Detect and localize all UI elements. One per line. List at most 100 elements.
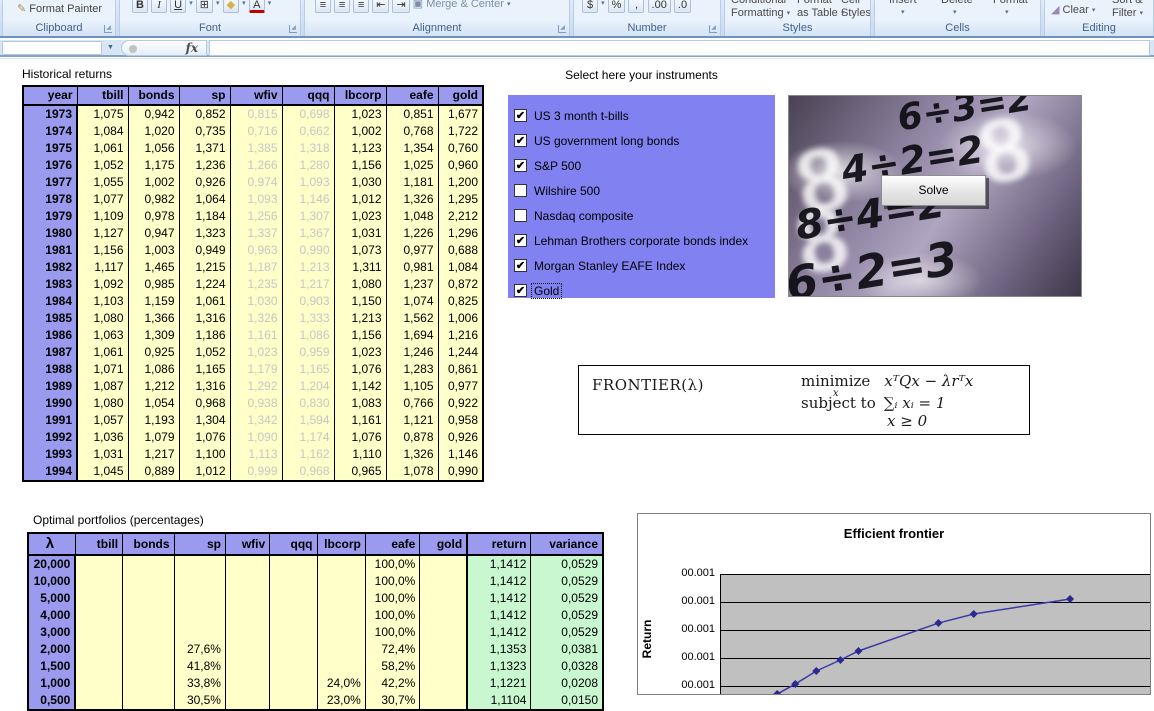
weight-cell[interactable] <box>123 641 174 658</box>
value-cell[interactable]: 0,926 <box>438 429 483 446</box>
value-cell[interactable]: 1,080 <box>77 310 128 327</box>
value-cell[interactable]: 1,061 <box>179 293 230 310</box>
value-cell[interactable]: 1,002 <box>128 174 179 191</box>
checked-checkbox-icon[interactable]: ✔ <box>514 159 527 172</box>
insert-dropdown-icon[interactable]: ▾ <box>901 8 905 16</box>
value-cell[interactable]: 1,057 <box>77 412 128 429</box>
checked-checkbox-icon[interactable]: ✔ <box>514 284 527 297</box>
value-cell[interactable]: 1,224 <box>179 276 230 293</box>
value-cell[interactable]: 1,100 <box>179 446 230 463</box>
year-cell[interactable]: 1987 <box>23 344 77 361</box>
value-cell[interactable]: 0,825 <box>438 293 483 310</box>
value-cell[interactable]: 1,023 <box>334 105 386 123</box>
value-cell[interactable]: 1,162 <box>282 446 334 463</box>
year-cell[interactable]: 1984 <box>23 293 77 310</box>
value-cell[interactable]: 1,316 <box>179 310 230 327</box>
value-cell[interactable]: 1,371 <box>179 140 230 157</box>
checked-checkbox-icon[interactable]: ✔ <box>514 234 527 247</box>
value-cell[interactable]: 1,193 <box>128 412 179 429</box>
value-cell[interactable]: 0,861 <box>438 361 483 378</box>
value-cell[interactable]: 0,760 <box>438 140 483 157</box>
instrument-checkbox-item[interactable]: ✔US 3 month t-bills <box>514 103 775 128</box>
value-cell[interactable]: 1,235 <box>230 276 282 293</box>
value-cell[interactable]: 1,036 <box>77 429 128 446</box>
value-cell[interactable]: 1,184 <box>179 208 230 225</box>
weight-cell[interactable] <box>317 641 365 658</box>
value-cell[interactable]: 1,084 <box>77 123 128 140</box>
weight-cell[interactable] <box>420 658 467 675</box>
weight-cell[interactable] <box>225 573 269 590</box>
variance-cell[interactable]: 0,0381 <box>531 641 603 658</box>
column-header[interactable]: tbill <box>77 86 128 105</box>
fill-dropdown-icon[interactable]: ▾ <box>242 0 246 7</box>
value-cell[interactable]: 0,878 <box>386 429 438 446</box>
weight-cell[interactable]: 100,0% <box>365 624 420 641</box>
value-cell[interactable]: 1,045 <box>77 463 128 481</box>
year-cell[interactable]: 1973 <box>23 105 77 123</box>
weight-cell[interactable] <box>174 590 225 607</box>
return-cell[interactable]: 1,1323 <box>467 658 531 675</box>
value-cell[interactable]: 1,213 <box>334 310 386 327</box>
weight-cell[interactable]: 27,6% <box>174 641 225 658</box>
weight-cell[interactable] <box>317 573 365 590</box>
lambda-cell[interactable]: 20,000 <box>28 555 75 573</box>
weight-cell[interactable]: 100,0% <box>365 590 420 607</box>
weight-cell[interactable] <box>225 658 269 675</box>
format-cells-button[interactable]: Format <box>993 0 1028 6</box>
value-cell[interactable]: 1,266 <box>230 157 282 174</box>
value-cell[interactable]: 0,990 <box>282 242 334 259</box>
accounting-dropdown-icon[interactable]: ▾ <box>601 0 605 7</box>
number-dialog-launcher-icon[interactable]: ◢ <box>709 25 717 33</box>
value-cell[interactable]: 1,722 <box>438 123 483 140</box>
value-cell[interactable]: 0,716 <box>230 123 282 140</box>
value-cell[interactable]: 1,092 <box>77 276 128 293</box>
return-cell[interactable]: 1,1221 <box>467 675 531 692</box>
value-cell[interactable]: 0,766 <box>386 395 438 412</box>
year-cell[interactable]: 1983 <box>23 276 77 293</box>
value-cell[interactable]: 1,161 <box>230 327 282 344</box>
return-cell[interactable]: 1,1353 <box>467 641 531 658</box>
value-cell[interactable]: 1,075 <box>77 105 128 123</box>
value-cell[interactable]: 0,968 <box>179 395 230 412</box>
value-cell[interactable]: 1,292 <box>230 378 282 395</box>
value-cell[interactable]: 1,283 <box>386 361 438 378</box>
value-cell[interactable]: 0,662 <box>282 123 334 140</box>
weight-cell[interactable] <box>225 675 269 692</box>
value-cell[interactable]: 0,999 <box>230 463 282 481</box>
weight-cell[interactable] <box>317 658 365 675</box>
value-cell[interactable]: 1,213 <box>282 259 334 276</box>
value-cell[interactable]: 1,326 <box>386 191 438 208</box>
value-cell[interactable]: 1,366 <box>128 310 179 327</box>
value-cell[interactable]: 1,311 <box>334 259 386 276</box>
return-cell[interactable]: 1,1412 <box>467 590 531 607</box>
weight-cell[interactable] <box>270 641 317 658</box>
instrument-checkbox-item[interactable]: ✔Morgan Stanley EAFE Index <box>514 253 775 278</box>
format-as-table-label2[interactable]: as Table <box>797 7 838 19</box>
return-cell[interactable]: 1,1412 <box>467 607 531 624</box>
weight-cell[interactable] <box>270 658 317 675</box>
sort-filter-label2[interactable]: Filter <box>1112 7 1136 19</box>
weight-cell[interactable] <box>174 624 225 641</box>
value-cell[interactable]: 1,181 <box>386 174 438 191</box>
column-header[interactable]: eafe <box>365 533 420 555</box>
column-header[interactable]: wfiv <box>230 86 282 105</box>
bold-button[interactable]: B <box>132 0 148 13</box>
value-cell[interactable]: 1,023 <box>230 344 282 361</box>
weight-cell[interactable]: 33,8% <box>174 675 225 692</box>
weight-cell[interactable] <box>270 590 317 607</box>
value-cell[interactable]: 1,204 <box>282 378 334 395</box>
value-cell[interactable]: 1,083 <box>334 395 386 412</box>
value-cell[interactable]: 1,337 <box>230 225 282 242</box>
alignment-dialog-launcher-icon[interactable]: ◢ <box>558 25 566 33</box>
value-cell[interactable]: 1,061 <box>77 344 128 361</box>
weight-cell[interactable] <box>75 624 122 641</box>
value-cell[interactable]: 1,064 <box>179 191 230 208</box>
format-dropdown-icon[interactable]: ▾ <box>1005 8 1009 16</box>
value-cell[interactable]: 1,307 <box>282 208 334 225</box>
value-cell[interactable]: 1,031 <box>77 446 128 463</box>
value-cell[interactable]: 1,003 <box>128 242 179 259</box>
column-header[interactable]: tbill <box>75 533 122 555</box>
value-cell[interactable]: 1,087 <box>77 378 128 395</box>
decrease-indent-button[interactable]: ⇤ <box>372 0 389 13</box>
value-cell[interactable]: 1,156 <box>77 242 128 259</box>
